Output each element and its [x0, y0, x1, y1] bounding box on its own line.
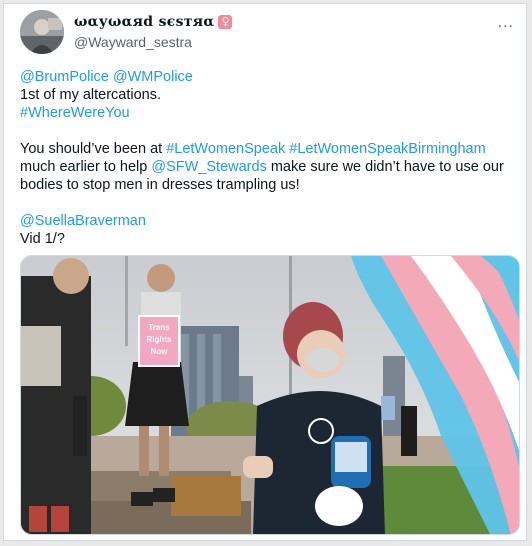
tweet-card: ωαуωαяd ѕєѕтяα ♀ @Wayward_sestra ... @Br…	[3, 3, 527, 541]
paragraph-3: @SuellaBraverman	[20, 212, 518, 230]
mentions-line: @BrumPolice @WMPolice	[20, 68, 518, 86]
avatar[interactable]	[20, 10, 64, 54]
author-name-row[interactable]: ωαуωαяd ѕєѕтяα ♀	[74, 14, 233, 30]
hashtag-link[interactable]: #LetWomenSpeak	[166, 141, 285, 157]
text-segment: You should’ve been at	[20, 141, 167, 157]
mention-link[interactable]: @BrumPolice	[20, 69, 109, 85]
hashtag-line: #WhereWereYou	[20, 104, 518, 122]
paragraph-2: You should’ve been at #LetWomenSpeak #Le…	[20, 140, 518, 194]
hashtag-link[interactable]: #WhereWereYou	[20, 105, 130, 121]
hashtag-link[interactable]: #LetWomenSpeakBirmingham	[289, 141, 485, 157]
vid-label: Vid 1/?	[20, 231, 65, 247]
user-handle[interactable]: @Wayward_sestra	[74, 34, 192, 50]
text-segment: much earlier to help	[20, 159, 152, 175]
mention-link[interactable]: @SuellaBraverman	[20, 213, 146, 229]
sign-line: Trans	[148, 323, 170, 332]
sign-line: Now	[151, 347, 169, 356]
female-sign-icon: ♀	[218, 15, 233, 29]
tweet-text: @BrumPolice @WMPolice 1st of my altercat…	[20, 68, 518, 248]
sign-line: Rights	[147, 335, 172, 344]
text-line: 1st of my altercations.	[20, 87, 162, 103]
mention-link[interactable]: @WMPolice	[113, 69, 193, 85]
media-photo[interactable]: Trans Rights Now	[20, 255, 520, 535]
more-dots-icon[interactable]: ...	[498, 14, 514, 32]
mention-link[interactable]: @SFW_Stewards	[151, 159, 266, 175]
display-name[interactable]: ωαуωαяd ѕєѕтяα	[74, 14, 214, 30]
